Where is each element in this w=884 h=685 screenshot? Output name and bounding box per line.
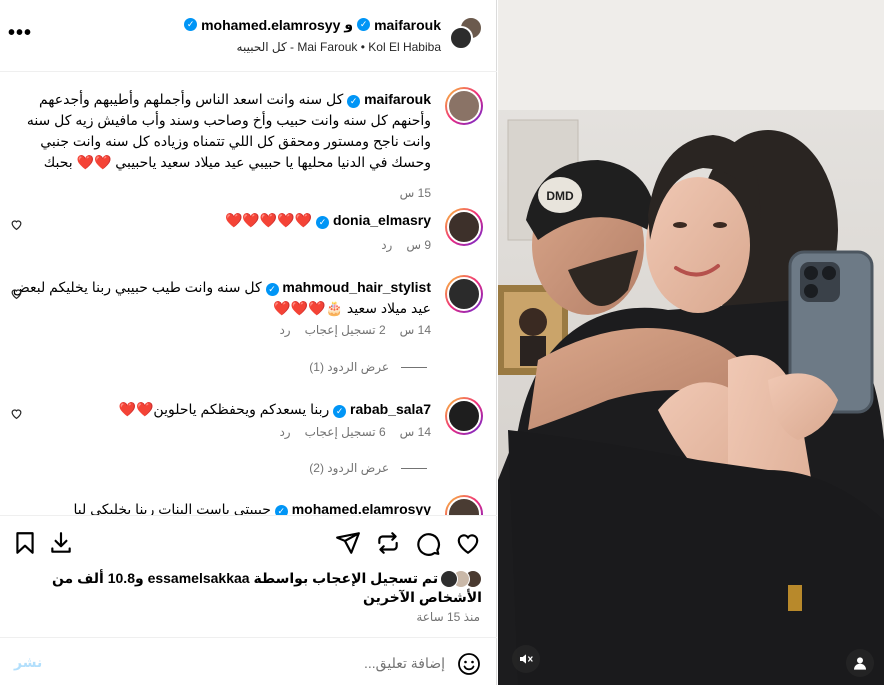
action-bar [0,515,497,571]
add-comment-bar: نشر [0,637,497,685]
verified-badge-icon: ✓ [316,216,330,229]
post-button[interactable]: نشر [14,654,42,671]
connector-text: و [344,16,354,32]
reply-button[interactable]: رد [279,323,290,337]
verified-badge-icon: ✓ [265,283,279,296]
avatar[interactable] [445,397,483,435]
audio-attribution[interactable]: Mai Farouk • Kol El Habiba - كل الحبيبه [237,40,441,54]
post-timestamp[interactable]: منذ 15 ساعة [416,610,480,624]
username-link[interactable]: mohamed.elamrosyy [201,17,340,33]
divider [401,467,427,469]
verified-badge-icon: ✓ [184,18,198,31]
heart-icon[interactable] [10,218,23,231]
likes-count[interactable]: 2 تسجيل إعجاب [305,323,386,337]
heart-icon[interactable] [10,407,23,420]
comment-username[interactable]: maifarouk [364,91,431,107]
comment-username[interactable]: mohamed.elamrosyy [292,501,431,515]
liker-avatars [440,570,482,589]
couple-selfie-image: DMD [498,0,884,685]
collab-usernames: maifarouk ✓ و mohamed.elamrosyy ✓ [184,16,441,33]
post-header: maifarouk ✓ و mohamed.elamrosyy ✓ Mai Fa… [0,0,497,72]
comment-icon[interactable] [415,530,441,556]
heart-icon[interactable] [10,287,23,300]
post-details-panel: maifarouk ✓ و mohamed.elamrosyy ✓ Mai Fa… [0,0,497,685]
verified-badge-icon: ✓ [347,95,361,108]
download-icon[interactable] [48,530,74,556]
mute-icon[interactable] [512,645,540,673]
comment-text: حبيبتي ياست البنات ربنا يخليكي ليا [73,501,271,515]
share-icon[interactable] [335,530,361,556]
comment-time[interactable]: 14 س [400,323,431,337]
verified-badge-icon: ✓ [274,505,288,515]
likes-summary[interactable]: تم تسجيل الإعجاب بواسطة essamelsakkaa و1… [12,569,482,607]
comment-time[interactable]: 14 س [400,425,431,439]
comment-username[interactable]: rabab_sala7 [350,401,431,417]
avatar[interactable] [445,87,483,125]
username-link[interactable]: maifarouk [374,17,441,33]
like-heart-icon[interactable] [455,530,481,556]
view-replies-button[interactable]: عرض الردود (2) [309,461,427,475]
more-dots-icon[interactable]: ••• [8,22,32,45]
verified-badge-icon: ✓ [333,405,347,418]
emoji-icon[interactable] [457,652,481,676]
reply-button[interactable]: رد [279,425,290,439]
reply-button[interactable]: رد [381,238,392,252]
avatar[interactable] [449,26,473,50]
comment-input[interactable] [75,650,445,676]
view-replies-button[interactable]: عرض الردود (1) [309,360,427,374]
svg-text:DMD: DMD [546,189,574,203]
comment-time[interactable]: 9 س [406,238,431,252]
comment-time[interactable]: 15 س [400,186,431,200]
comment-text: ربنا يسعدكم ويحفظكم ياحلوين❤️❤️ [118,401,330,417]
likes-count[interactable]: 6 تسجيل إعجاب [305,425,386,439]
divider [401,366,427,368]
verified-badge-icon: ✓ [357,18,371,31]
avatar[interactable] [445,275,483,313]
bookmark-icon[interactable] [12,530,38,556]
comments-list[interactable]: maifarouk ✓ كل سنه وانت اسعد الناس وأجمل… [0,73,497,515]
avatar[interactable] [445,495,483,515]
comment-username[interactable]: donia_elmasry [333,212,431,228]
post-photo[interactable]: DMD [498,0,884,685]
comment-text: ❤️❤️❤️❤️❤️ [224,212,313,228]
collab-avatars[interactable] [447,16,483,52]
user-tag-icon[interactable] [846,649,874,677]
comment-username[interactable]: mahmoud_hair_stylist [282,279,431,295]
avatar[interactable] [445,208,483,246]
repost-icon[interactable] [375,530,401,556]
